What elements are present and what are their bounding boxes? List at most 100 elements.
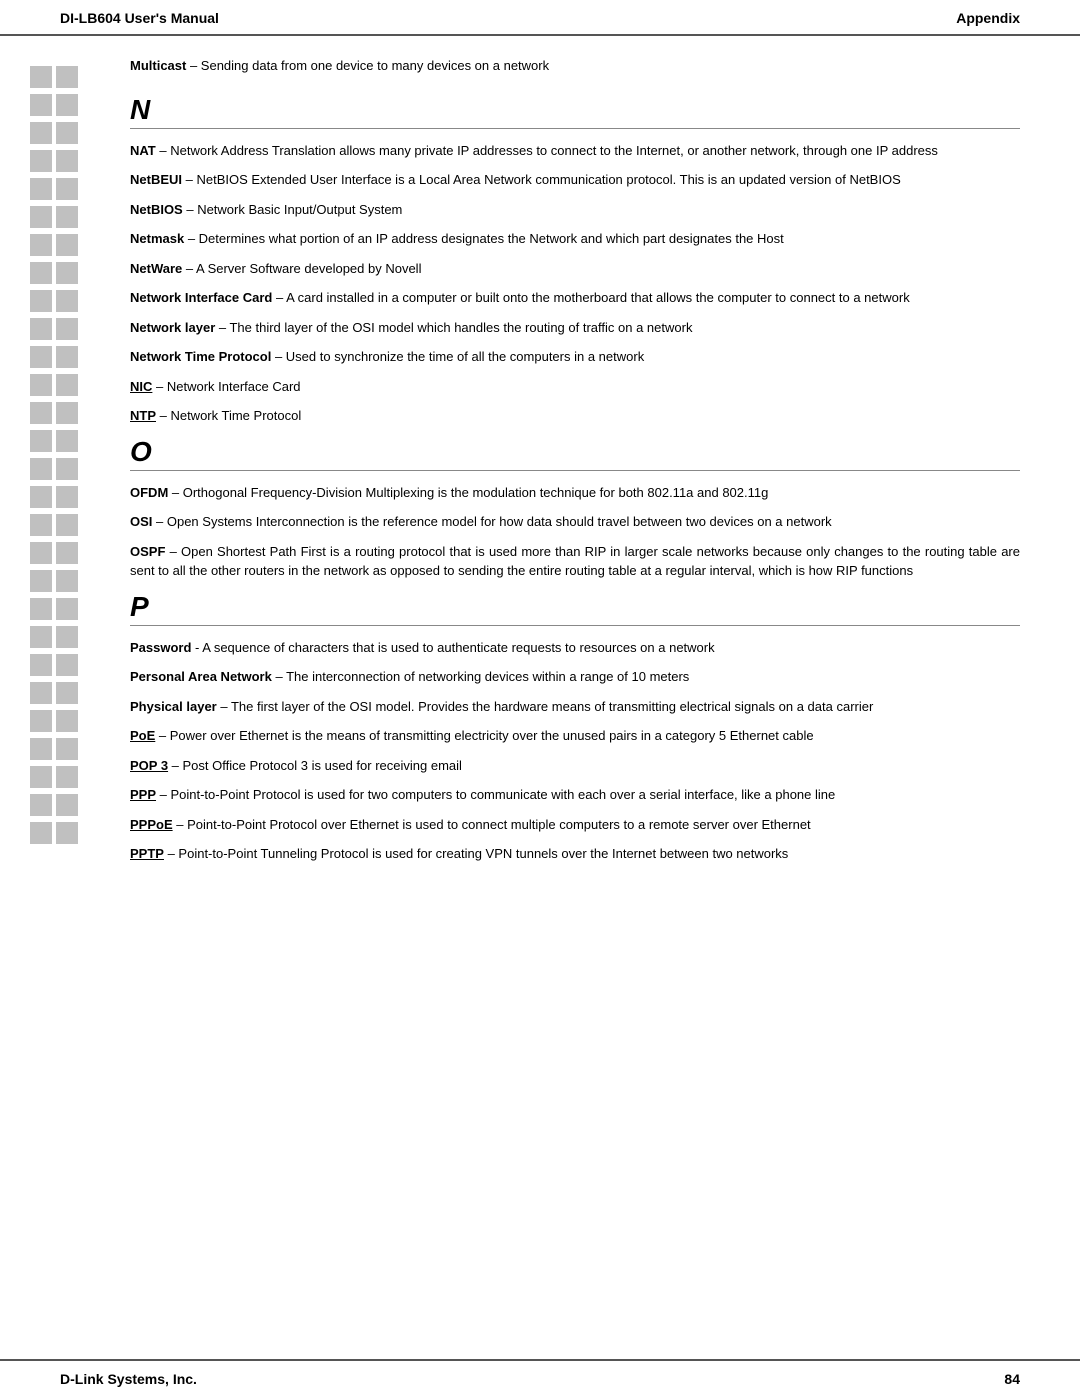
- term-text-netmask: Netmask – Determines what portion of an …: [130, 229, 1020, 249]
- header-title: DI-LB604 User's Manual: [60, 10, 219, 26]
- term-netbios: NetBIOS – Network Basic Input/Output Sys…: [130, 200, 1020, 220]
- term-ospf: OSPF – Open Shortest Path First is a rou…: [130, 542, 1020, 581]
- sidebar-square: [30, 150, 52, 172]
- sidebar-square: [30, 682, 52, 704]
- main-content: Multicast – Sending data from one device…: [130, 56, 1080, 874]
- sidebar-square-row: [30, 682, 130, 704]
- sidebar-square: [30, 822, 52, 844]
- term-text-netbeui: NetBEUI – NetBIOS Extended User Interfac…: [130, 170, 1020, 190]
- term-text-physical-layer: Physical layer – The first layer of the …: [130, 697, 1020, 717]
- sidebar-square: [30, 66, 52, 88]
- term-password: Password - A sequence of characters that…: [130, 638, 1020, 658]
- sidebar-square: [30, 402, 52, 424]
- term-netware: NetWare – A Server Software developed by…: [130, 259, 1020, 279]
- term-text-pptp: PPTP – Point-to-Point Tunneling Protocol…: [130, 844, 1020, 864]
- footer-company: D-Link Systems, Inc.: [60, 1371, 197, 1387]
- sidebar-square: [30, 234, 52, 256]
- sidebar-square: [30, 346, 52, 368]
- sidebar-square-row: [30, 262, 130, 284]
- term-text-pan: Personal Area Network – The interconnect…: [130, 667, 1020, 687]
- term-pop3: POP 3 – Post Office Protocol 3 is used f…: [130, 756, 1020, 776]
- term-text-nat: NAT – Network Address Translation allows…: [130, 141, 1020, 161]
- sidebar-square: [30, 318, 52, 340]
- term-text-ofdm: OFDM – Orthogonal Frequency-Division Mul…: [130, 483, 1020, 503]
- page-footer: D-Link Systems, Inc. 84: [0, 1359, 1080, 1397]
- sidebar-square: [56, 178, 78, 200]
- term-nic-abbr: NIC – Network Interface Card: [130, 377, 1020, 397]
- sidebar-square: [56, 486, 78, 508]
- term-text-pppoe: PPPoE – Point-to-Point Protocol over Eth…: [130, 815, 1020, 835]
- sidebar-square-row: [30, 654, 130, 676]
- sidebar-square-row: [30, 94, 130, 116]
- sidebar-square: [30, 570, 52, 592]
- sidebar-square-row: [30, 178, 130, 200]
- term-netmask: Netmask – Determines what portion of an …: [130, 229, 1020, 249]
- sidebar-square: [30, 178, 52, 200]
- section-letter-p: P: [130, 591, 1020, 623]
- sidebar-square-row: [30, 430, 130, 452]
- sidebar-square: [56, 346, 78, 368]
- sidebar-square-row: [30, 206, 130, 228]
- sidebar-square: [30, 486, 52, 508]
- sidebar-square-row: [30, 626, 130, 648]
- sidebar-square: [56, 570, 78, 592]
- term-nic-full: Network Interface Card – A card installe…: [130, 288, 1020, 308]
- sidebar-square: [30, 514, 52, 536]
- sidebar-square: [56, 794, 78, 816]
- sidebar-square-row: [30, 598, 130, 620]
- page-header: DI-LB604 User's Manual Appendix: [0, 0, 1080, 36]
- sidebar-square: [56, 318, 78, 340]
- sidebar-square: [56, 66, 78, 88]
- term-osi: OSI – Open Systems Interconnection is th…: [130, 512, 1020, 532]
- sidebar-square: [30, 626, 52, 648]
- sidebar-square: [56, 122, 78, 144]
- term-ntp-abbr: NTP – Network Time Protocol: [130, 406, 1020, 426]
- sidebar-square: [30, 262, 52, 284]
- sidebar-square-row: [30, 542, 130, 564]
- section-divider: [130, 470, 1020, 471]
- intro-text: Multicast – Sending data from one device…: [130, 56, 1020, 76]
- sidebar-square: [30, 738, 52, 760]
- term-text-netware: NetWare – A Server Software developed by…: [130, 259, 1020, 279]
- section-letter-n: N: [130, 94, 1020, 126]
- sidebar-square: [56, 626, 78, 648]
- term-netbeui: NetBEUI – NetBIOS Extended User Interfac…: [130, 170, 1020, 190]
- sidebar-square: [30, 598, 52, 620]
- sidebar-square: [30, 654, 52, 676]
- footer-page: 84: [1004, 1371, 1020, 1387]
- term-text-ntp-full: Network Time Protocol – Used to synchron…: [130, 347, 1020, 367]
- sidebar-square: [30, 458, 52, 480]
- header-section: Appendix: [956, 10, 1020, 26]
- term-text-netbios: NetBIOS – Network Basic Input/Output Sys…: [130, 200, 1020, 220]
- sidebar-square: [56, 514, 78, 536]
- term-nat: NAT – Network Address Translation allows…: [130, 141, 1020, 161]
- sidebar-decoration: [0, 56, 130, 874]
- sidebar-square-row: [30, 794, 130, 816]
- sidebar-square: [56, 150, 78, 172]
- sidebar-square: [56, 766, 78, 788]
- term-text-ospf: OSPF – Open Shortest Path First is a rou…: [130, 542, 1020, 581]
- sidebar-square-row: [30, 458, 130, 480]
- sidebar-square-row: [30, 766, 130, 788]
- term-text-ppp: PPP – Point-to-Point Protocol is used fo…: [130, 785, 1020, 805]
- sidebar-square-row: [30, 290, 130, 312]
- section-divider: [130, 128, 1020, 129]
- term-pppoe: PPPoE – Point-to-Point Protocol over Eth…: [130, 815, 1020, 835]
- sidebar-square: [30, 290, 52, 312]
- term-text-network-layer: Network layer – The third layer of the O…: [130, 318, 1020, 338]
- sidebar-square-row: [30, 234, 130, 256]
- term-ofdm: OFDM – Orthogonal Frequency-Division Mul…: [130, 483, 1020, 503]
- sidebar-square-row: [30, 402, 130, 424]
- sidebar-square: [56, 374, 78, 396]
- sidebar-square: [56, 542, 78, 564]
- sidebar-square-row: [30, 122, 130, 144]
- sidebar-square-row: [30, 710, 130, 732]
- sidebar-square-row: [30, 318, 130, 340]
- section-divider: [130, 625, 1020, 626]
- sidebar-square: [30, 122, 52, 144]
- sidebar-square: [56, 682, 78, 704]
- sidebar-square: [30, 794, 52, 816]
- sidebar-square: [56, 402, 78, 424]
- sidebar-square: [56, 94, 78, 116]
- intro-block: Multicast – Sending data from one device…: [130, 56, 1020, 76]
